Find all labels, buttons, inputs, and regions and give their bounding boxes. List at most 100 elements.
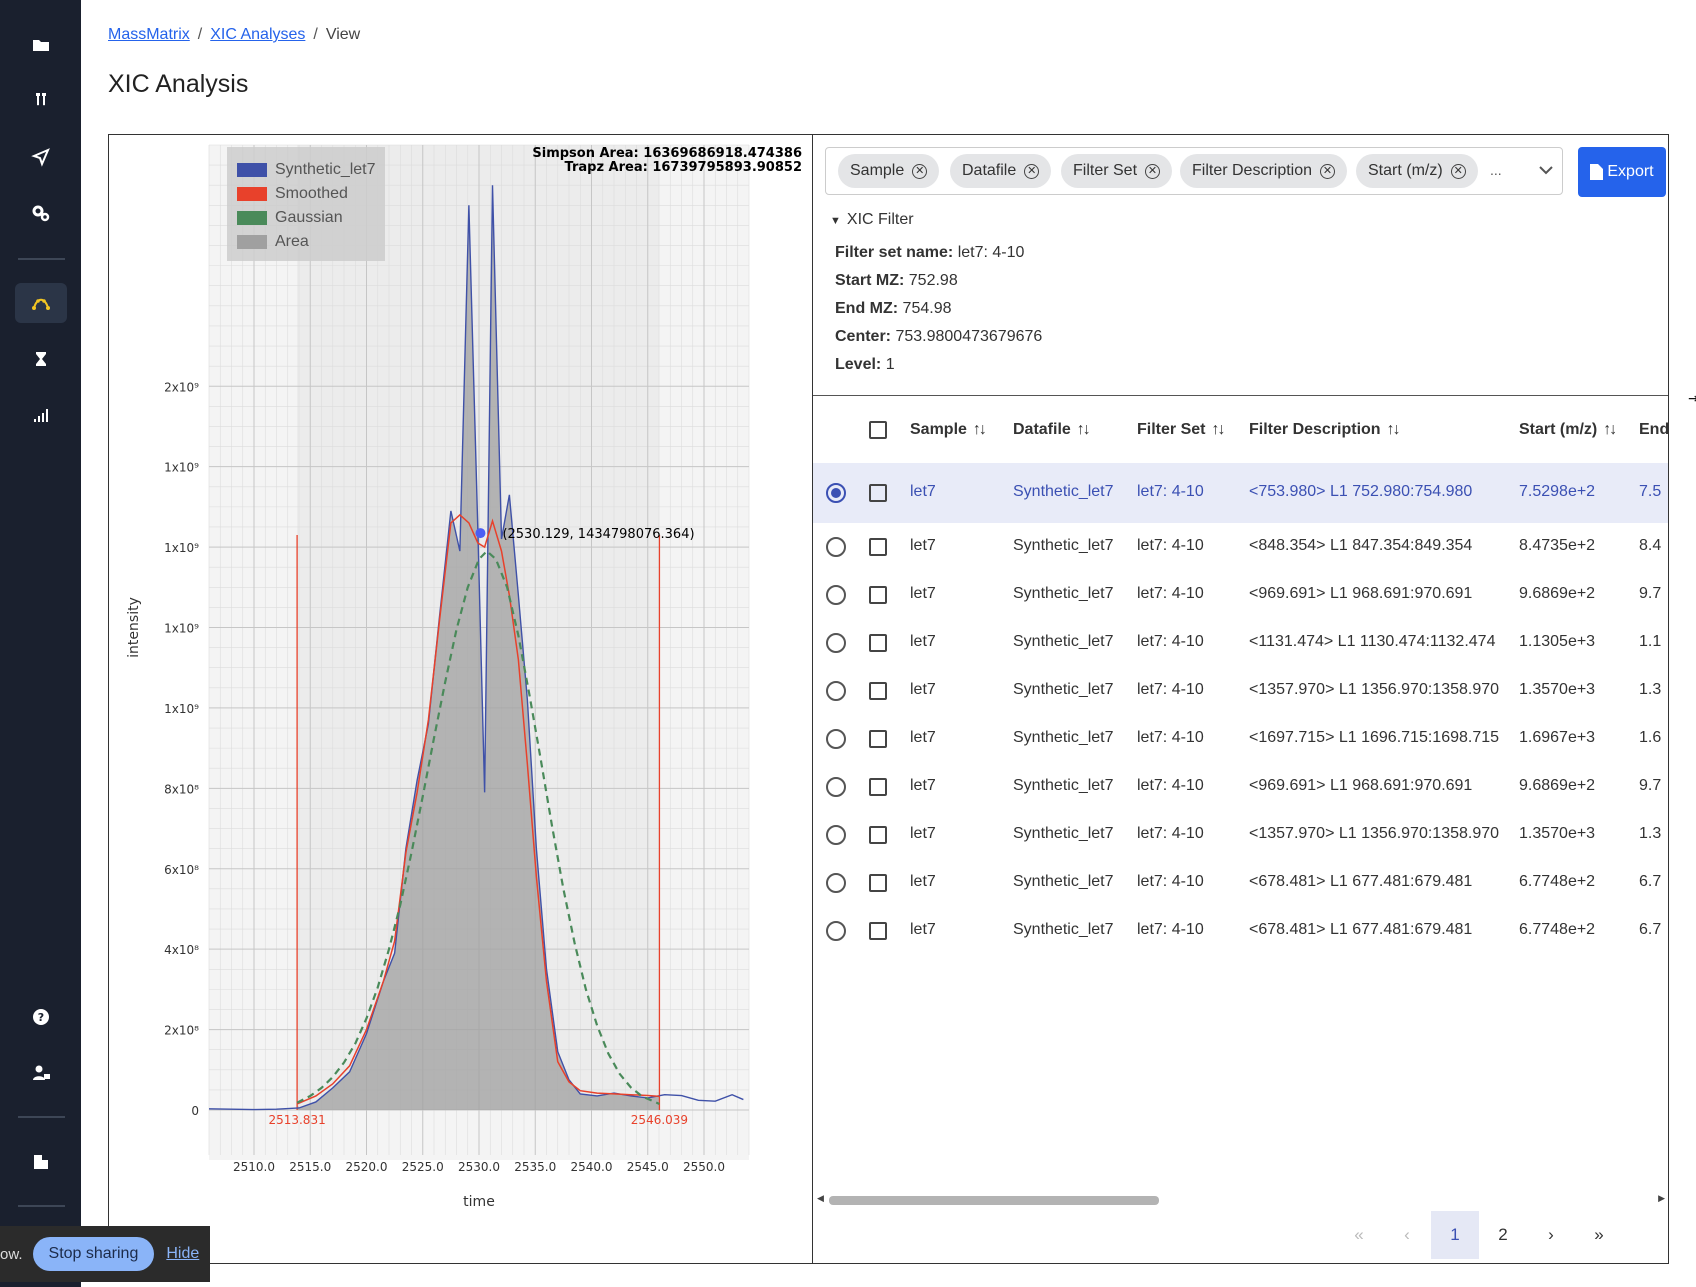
filter-set-name-label: Filter set name: [835, 244, 954, 261]
resize-cursor-icon: ⇥ [1688, 390, 1696, 406]
row-checkbox[interactable] [869, 484, 887, 502]
send-icon[interactable] [15, 137, 67, 177]
chip-start-mz[interactable]: Start (m/z) ✕ [1356, 154, 1478, 188]
column-header-start-mz[interactable]: Start (m/z) ↑↓ [1519, 421, 1617, 439]
chevron-down-icon[interactable] [1538, 163, 1554, 179]
cell-sample: let7 [910, 537, 936, 554]
breadcrumb-xic-analyses-link[interactable]: XIC Analyses [210, 26, 305, 43]
next-page-button[interactable]: › [1527, 1211, 1575, 1259]
cell-filter-set: let7: 4-10 [1137, 825, 1204, 842]
row-radio[interactable] [826, 777, 846, 797]
table-horizontal-scrollbar[interactable]: ◀ ▶ [817, 1193, 1667, 1207]
remove-chip-icon[interactable]: ✕ [1024, 163, 1040, 179]
folder-icon[interactable] [15, 25, 67, 65]
x-axis-label: time [463, 1194, 495, 1210]
legend-item-raw[interactable]: Synthetic_let7 [237, 160, 376, 180]
row-checkbox[interactable] [869, 826, 887, 844]
building-icon[interactable] [15, 1142, 67, 1182]
results-panel: Sample ✕ Datafile ✕ Filter Set ✕ Filter Des… [813, 135, 1668, 1263]
scroll-left-icon[interactable]: ◀ [817, 1193, 824, 1204]
page-1-button[interactable]: 1 [1431, 1211, 1479, 1259]
remove-chip-icon[interactable]: ✕ [1145, 163, 1161, 179]
scrollbar-thumb[interactable] [829, 1196, 1159, 1205]
row-checkbox[interactable] [869, 538, 887, 556]
legend-item-gaussian[interactable]: Gaussian [237, 208, 343, 228]
bound-label: 2513.831 [268, 1113, 325, 1127]
x-tick-label: 2520.0 [346, 1160, 388, 1174]
table-row[interactable]: let7 Synthetic_let7 let7: 4-10 <848.354> L1… [813, 523, 1668, 571]
table-row[interactable]: let7 Synthetic_let7 let7: 4-10 <678.481> L1… [813, 859, 1668, 907]
chip-filter-set[interactable]: Filter Set ✕ [1061, 154, 1173, 188]
help-icon[interactable]: ? [15, 997, 67, 1037]
remove-chip-icon[interactable]: ✕ [1320, 163, 1336, 179]
table-row[interactable]: let7 Synthetic_let7 let7: 4-10 <1131.474> L… [813, 619, 1668, 667]
remove-chip-icon[interactable]: ✕ [1450, 163, 1466, 179]
signal-bars-icon[interactable] [15, 395, 67, 435]
prev-page-button[interactable]: ‹ [1383, 1211, 1431, 1259]
legend-label: Synthetic_let7 [275, 161, 376, 178]
row-checkbox[interactable] [869, 634, 887, 652]
x-tick-label: 2535.0 [514, 1160, 556, 1174]
hover-point [475, 528, 486, 539]
row-radio[interactable] [826, 729, 846, 749]
gears-icon[interactable] [15, 193, 67, 233]
simpson-area-label: Simpson Area: 16369686918.474386 [532, 146, 802, 161]
column-header-sample[interactable]: Sample ↑↓ [910, 421, 987, 439]
column-header-end[interactable]: End [1639, 421, 1668, 439]
last-page-button[interactable]: » [1575, 1211, 1623, 1259]
column-header-filter-description[interactable]: Filter Description ↑↓ [1249, 421, 1401, 439]
breadcrumb-separator: / [197, 26, 203, 43]
xic-filter-toggle[interactable]: ▼ XIC Filter [830, 211, 914, 229]
row-radio[interactable] [826, 681, 846, 701]
user-lock-icon[interactable] [15, 1053, 67, 1093]
row-checkbox[interactable] [869, 874, 887, 892]
column-filter-select[interactable]: Sample ✕ Datafile ✕ Filter Set ✕ Filter Des… [825, 147, 1563, 195]
scroll-right-icon[interactable]: ▶ [1658, 1193, 1665, 1204]
chip-datafile[interactable]: Datafile ✕ [950, 154, 1052, 188]
y-tick-label: 0 [191, 1104, 199, 1118]
cell-filter-set: let7: 4-10 [1137, 585, 1204, 602]
table-row[interactable]: let7 Synthetic_let7 let7: 4-10 <678.481> L1… [813, 907, 1668, 955]
row-radio[interactable] [826, 483, 846, 503]
row-radio[interactable] [826, 825, 846, 845]
row-checkbox[interactable] [869, 778, 887, 796]
cell-desc: <969.691> L1 968.691:970.691 [1249, 585, 1473, 602]
row-radio[interactable] [826, 633, 846, 653]
row-radio[interactable] [826, 537, 846, 557]
remove-chip-icon[interactable]: ✕ [912, 163, 928, 179]
curve-icon[interactable] [15, 283, 67, 323]
chip-filter-description[interactable]: Filter Description ✕ [1180, 154, 1348, 188]
legend-item-area[interactable]: Area [237, 232, 309, 252]
cell-sample: let7 [910, 777, 936, 794]
row-checkbox[interactable] [869, 730, 887, 748]
legend-item-smoothed[interactable]: Smoothed [237, 184, 348, 204]
hourglass-icon[interactable] [15, 339, 67, 379]
cell-sample: let7 [910, 633, 936, 650]
table-row[interactable]: let7 Synthetic_let7 let7: 4-10 <969.691> L1… [813, 763, 1668, 811]
page-2-button[interactable]: 2 [1479, 1211, 1527, 1259]
export-button[interactable]: Export [1578, 147, 1666, 197]
xic-chart[interactable]: 2513.831 2546.039 (2530.129, 1434798076.36… [109, 135, 812, 1263]
row-radio[interactable] [826, 585, 846, 605]
test-tubes-icon[interactable] [15, 80, 67, 120]
cell-desc: <1697.715> L1 1696.715:1698.715 [1249, 729, 1500, 746]
hide-sharing-bar-link[interactable]: Hide [166, 1245, 199, 1263]
first-page-button[interactable]: « [1335, 1211, 1383, 1259]
table-row[interactable]: let7 Synthetic_let7 let7: 4-10 <753.980> L1… [813, 463, 1668, 523]
table-row[interactable]: let7 Synthetic_let7 let7: 4-10 <1357.970> L… [813, 811, 1668, 859]
table-row[interactable]: let7 Synthetic_let7 let7: 4-10 <1697.715> L… [813, 715, 1668, 763]
row-checkbox[interactable] [869, 922, 887, 940]
breadcrumb-massmatrix-link[interactable]: MassMatrix [108, 26, 190, 43]
row-radio[interactable] [826, 921, 846, 941]
row-checkbox[interactable] [869, 586, 887, 604]
chip-sample[interactable]: Sample ✕ [838, 154, 940, 188]
row-checkbox[interactable] [869, 682, 887, 700]
table-row[interactable]: let7 Synthetic_let7 let7: 4-10 <969.691> L1… [813, 571, 1668, 619]
row-radio[interactable] [826, 873, 846, 893]
column-header-filter-set[interactable]: Filter Set ↑↓ [1137, 421, 1225, 439]
stop-sharing-button[interactable]: Stop sharing [32, 1237, 155, 1271]
select-all-checkbox[interactable] [869, 421, 887, 439]
column-header-datafile[interactable]: Datafile ↑↓ [1013, 421, 1091, 439]
table-row[interactable]: let7 Synthetic_let7 let7: 4-10 <1357.970> L… [813, 667, 1668, 715]
breadcrumb-separator: / [313, 26, 318, 43]
